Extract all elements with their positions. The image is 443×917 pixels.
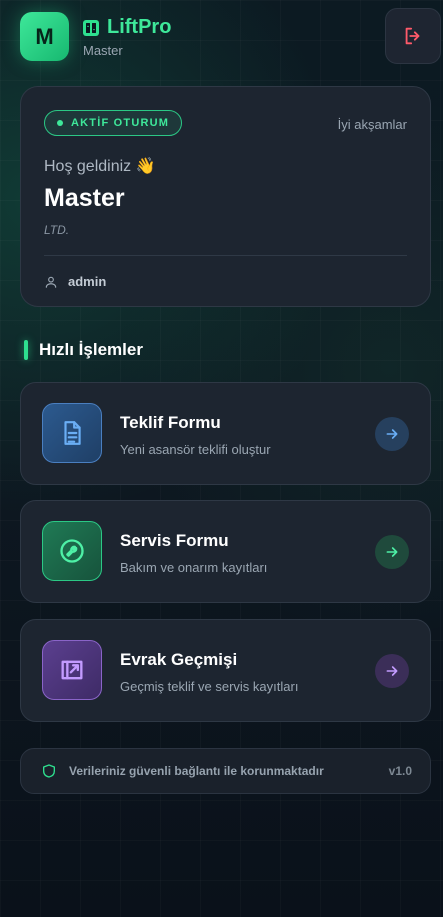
action-title: Servis Formu (120, 531, 229, 550)
action-subtitle: Geçmiş teklif ve servis kayıtları (120, 679, 299, 694)
app-screen: M LiftPro Master AKTİF OTURUM İyi akşaml… (0, 0, 443, 917)
evrak-gecmisi-card[interactable]: Evrak Geçmişi Geçmiş teklif ve servis ka… (20, 619, 431, 722)
app-name: LiftPro (107, 16, 172, 38)
app-subtitle: Master (83, 43, 123, 58)
status-badge-label: AKTİF OTURUM (71, 117, 170, 129)
avatar[interactable]: M (20, 12, 69, 61)
history-icon (42, 640, 102, 700)
arrow-right-icon[interactable] (375, 654, 409, 688)
wrench-icon (42, 521, 102, 581)
username: admin (68, 274, 107, 289)
greeting-time: İyi akşamlar (337, 117, 407, 132)
security-footer: Verileriniz güvenli bağlantı ile korunma… (20, 748, 431, 794)
elevator-icon (83, 19, 99, 36)
action-subtitle: Yeni asansör teklifi oluştur (120, 442, 271, 457)
version-label: v1.0 (388, 764, 412, 778)
section-title-label: Hızlı İşlemler (39, 340, 143, 359)
document-icon (42, 403, 102, 463)
user-icon (45, 276, 57, 288)
brand-row: LiftPro (83, 16, 171, 39)
logout-button[interactable] (385, 8, 441, 64)
company-name: LTD. (44, 223, 70, 237)
servis-formu-card[interactable]: Servis Formu Bakım ve onarım kayıtları (20, 500, 431, 603)
header: M LiftPro Master (20, 8, 441, 64)
session-card: AKTİF OTURUM İyi akşamlar Hoş geldiniz 👋… (20, 86, 431, 307)
security-text: Verileriniz güvenli bağlantı ile korunma… (69, 764, 324, 778)
section-accent-bar (24, 340, 28, 360)
section-title: Hızlı İşlemler (24, 340, 143, 360)
welcome-text: Hoş geldiniz 👋 (44, 158, 156, 175)
action-title: Teklif Formu (120, 413, 221, 432)
user-display-name: Master (44, 184, 125, 212)
divider (44, 255, 407, 256)
teklif-formu-card[interactable]: Teklif Formu Yeni asansör teklifi oluştu… (20, 382, 431, 485)
arrow-right-icon[interactable] (375, 417, 409, 451)
arrow-right-icon[interactable] (375, 535, 409, 569)
brand: LiftPro Master (83, 16, 171, 58)
user-row: admin (44, 274, 407, 289)
logout-icon (405, 27, 420, 45)
action-title: Evrak Geçmişi (120, 650, 238, 669)
action-subtitle: Bakım ve onarım kayıtları (120, 560, 268, 575)
status-badge: AKTİF OTURUM (44, 110, 183, 136)
shield-icon (43, 764, 55, 778)
status-dot (57, 120, 63, 126)
